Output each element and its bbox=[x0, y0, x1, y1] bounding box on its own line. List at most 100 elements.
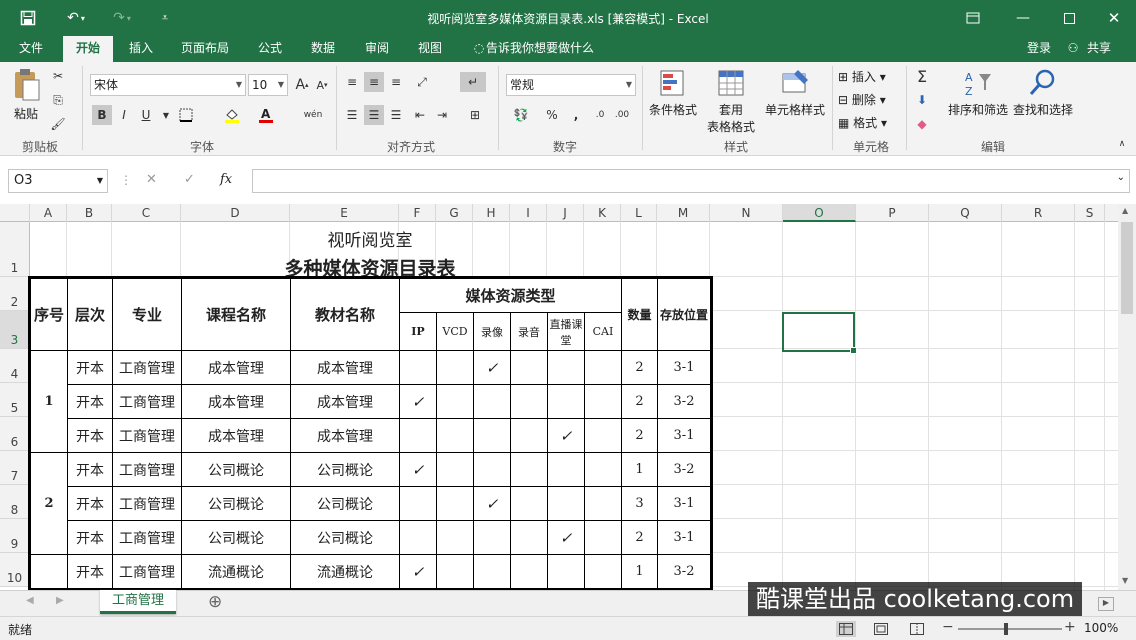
collapse-ribbon-icon[interactable]: ∧ bbox=[1112, 134, 1132, 154]
column-header-Q[interactable]: Q bbox=[929, 204, 1002, 222]
tab-page-layout[interactable]: 页面布局 bbox=[173, 36, 237, 62]
tab-file[interactable]: 文件 bbox=[8, 36, 54, 62]
maximize-icon[interactable] bbox=[1046, 0, 1092, 36]
tab-data[interactable]: 数据 bbox=[303, 36, 343, 62]
sign-in-link[interactable]: 登录 bbox=[1020, 36, 1058, 62]
format-painter-icon[interactable]: 🖌 bbox=[48, 114, 68, 134]
italic-button[interactable]: I bbox=[114, 105, 134, 125]
cancel-icon[interactable]: ✕ bbox=[146, 172, 157, 187]
column-header-E[interactable]: E bbox=[290, 204, 399, 222]
vertical-scrollbar[interactable]: ▲ ▼ bbox=[1118, 204, 1136, 590]
enter-icon[interactable]: ✓ bbox=[184, 172, 195, 187]
orientation-icon[interactable]: ⤢ bbox=[412, 72, 432, 92]
font-name-select[interactable]: 宋体 ▼ bbox=[90, 74, 246, 96]
bold-button[interactable]: B bbox=[92, 105, 112, 125]
worksheet-grid[interactable]: ABCDEFGHIJKLMNOPQRS 1 2 3 4 5 6 7 8 9 10 视听阅览室 多种… bbox=[0, 204, 1118, 590]
increase-indent-icon[interactable]: ⇥ bbox=[432, 105, 452, 125]
tab-home[interactable]: 开始 bbox=[63, 36, 113, 62]
align-middle-icon[interactable]: ≡ bbox=[364, 72, 384, 92]
tell-me-box[interactable]: 告诉我你想要做什么 bbox=[486, 36, 616, 62]
borders-icon[interactable] bbox=[176, 105, 196, 125]
row-header-10[interactable]: 10 bbox=[0, 553, 30, 587]
name-box[interactable]: O3 ▼ bbox=[8, 169, 108, 193]
format-as-table-button[interactable]: 套用 表格格式 bbox=[700, 68, 762, 135]
zoom-slider-track[interactable] bbox=[958, 628, 1062, 630]
row-header-8[interactable]: 8 bbox=[0, 485, 30, 519]
add-sheet-icon[interactable]: ⊕ bbox=[208, 592, 222, 612]
column-header-P[interactable]: P bbox=[856, 204, 929, 222]
column-header-K[interactable]: K bbox=[584, 204, 621, 222]
share-button[interactable]: 共享 bbox=[1082, 36, 1116, 62]
accounting-format-icon[interactable]: 💱 bbox=[508, 105, 534, 125]
cut-icon[interactable]: ✂ bbox=[48, 66, 68, 86]
column-header-G[interactable]: G bbox=[436, 204, 473, 222]
zoom-level[interactable]: 100% bbox=[1084, 621, 1118, 635]
cell-styles-button[interactable]: 单元格样式 bbox=[762, 68, 828, 118]
percent-button[interactable]: % bbox=[542, 105, 562, 125]
zoom-in-icon[interactable]: + bbox=[1064, 619, 1076, 635]
grow-font-button[interactable]: A ▴ bbox=[292, 75, 312, 95]
column-header-L[interactable]: L bbox=[621, 204, 657, 222]
tab-insert[interactable]: 插入 bbox=[118, 36, 164, 62]
column-header-H[interactable]: H bbox=[473, 204, 510, 222]
row-header-1[interactable]: 1 bbox=[0, 222, 30, 277]
zoom-slider-thumb[interactable] bbox=[1004, 623, 1008, 635]
align-right-icon[interactable]: ☰ bbox=[386, 105, 406, 125]
tab-review[interactable]: 审阅 bbox=[357, 36, 397, 62]
column-header-N[interactable]: N bbox=[710, 204, 783, 222]
font-size-select[interactable]: 10 ▼ bbox=[248, 74, 288, 96]
underline-dropdown[interactable]: ▼ bbox=[156, 105, 176, 125]
sort-filter-button[interactable]: AZ 排序和筛选 bbox=[946, 68, 1010, 118]
column-header-O[interactable]: O bbox=[783, 204, 856, 222]
h-scroll-right-icon[interactable]: ▶ bbox=[1098, 597, 1114, 611]
comma-button[interactable]: , bbox=[566, 105, 586, 125]
align-top-icon[interactable]: ≡ bbox=[342, 72, 362, 92]
row-header-3[interactable]: 3 bbox=[0, 311, 30, 349]
merge-center-icon[interactable]: ⊞ bbox=[462, 105, 488, 125]
row-header-4[interactable]: 4 bbox=[0, 349, 30, 383]
delete-cells-button[interactable]: ⊟ 删除 ▾ bbox=[838, 91, 900, 108]
column-header-R[interactable]: R bbox=[1002, 204, 1075, 222]
select-all-corner[interactable] bbox=[0, 204, 30, 222]
scroll-down-icon[interactable]: ▼ bbox=[1122, 576, 1128, 585]
selected-cell-O3[interactable] bbox=[782, 312, 857, 354]
insert-cells-button[interactable]: ⊞ 插入 ▾ bbox=[838, 68, 900, 85]
find-select-button[interactable]: 查找和选择 bbox=[1012, 68, 1074, 118]
scroll-thumb[interactable] bbox=[1121, 222, 1133, 314]
format-cells-button[interactable]: ▦ 格式 ▾ bbox=[838, 114, 900, 131]
minimize-icon[interactable]: — bbox=[1000, 0, 1046, 36]
normal-view-icon[interactable] bbox=[836, 621, 856, 637]
number-format-select[interactable]: 常规 ▼ bbox=[506, 74, 636, 96]
tab-scroll-right-icon[interactable]: ▶ bbox=[56, 595, 64, 606]
row-header-6[interactable]: 6 bbox=[0, 417, 30, 451]
column-header-B[interactable]: B bbox=[67, 204, 112, 222]
decrease-decimal-icon[interactable]: .00 bbox=[612, 105, 632, 125]
scroll-up-icon[interactable]: ▲ bbox=[1122, 206, 1128, 215]
align-bottom-icon[interactable]: ≡ bbox=[386, 72, 406, 92]
tab-scroll-left-icon[interactable]: ◀ bbox=[26, 595, 34, 606]
paste-button[interactable]: 粘贴 bbox=[10, 68, 42, 126]
wrap-text-icon[interactable]: ↵ bbox=[460, 72, 486, 92]
page-layout-view-icon[interactable] bbox=[874, 623, 888, 638]
column-header-F[interactable]: F bbox=[399, 204, 436, 222]
tab-formulas[interactable]: 公式 bbox=[250, 36, 290, 62]
row-header-5[interactable]: 5 bbox=[0, 383, 30, 417]
page-break-view-icon[interactable] bbox=[910, 623, 924, 638]
clear-icon[interactable]: ◆ bbox=[912, 114, 932, 134]
increase-decimal-icon[interactable]: .0 bbox=[590, 105, 610, 125]
phonetic-guide-button[interactable]: wén bbox=[300, 105, 326, 125]
close-icon[interactable]: ✕ bbox=[1092, 0, 1136, 36]
column-header-J[interactable]: J bbox=[547, 204, 584, 222]
column-header-D[interactable]: D bbox=[181, 204, 290, 222]
copy-icon[interactable]: ⎘ bbox=[48, 90, 68, 110]
align-center-icon[interactable]: ☰ bbox=[364, 105, 384, 125]
column-header-S[interactable]: S bbox=[1075, 204, 1105, 222]
insert-function-button[interactable]: fx bbox=[220, 172, 232, 187]
decrease-indent-icon[interactable]: ⇤ bbox=[410, 105, 430, 125]
formula-input[interactable]: ⌄ bbox=[252, 169, 1130, 193]
align-left-icon[interactable]: ☰ bbox=[342, 105, 362, 125]
underline-button[interactable]: U bbox=[136, 105, 156, 125]
fill-down-icon[interactable]: ⬇ bbox=[912, 90, 932, 110]
zoom-out-icon[interactable]: − bbox=[942, 619, 954, 635]
conditional-formatting-button[interactable]: 条件格式 bbox=[648, 68, 698, 118]
